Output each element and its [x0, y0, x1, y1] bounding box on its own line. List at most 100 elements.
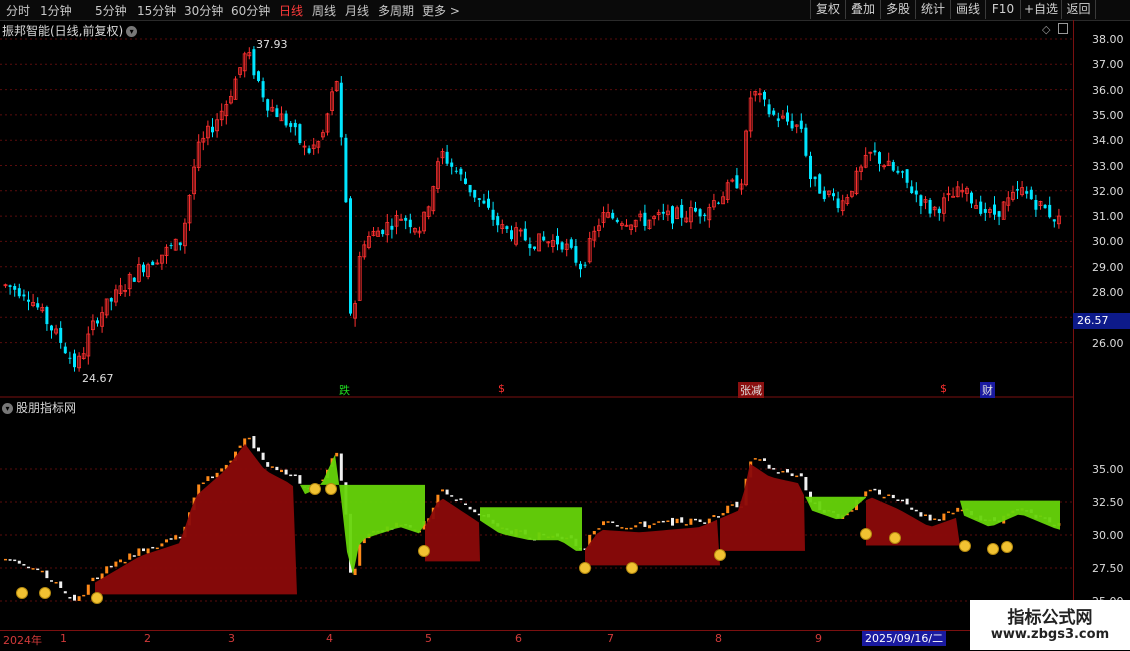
candle-body	[252, 49, 256, 76]
candle-body	[36, 303, 40, 308]
f10-button[interactable]: F10	[985, 0, 1020, 19]
candle-body	[211, 126, 214, 133]
signal-die: 跌	[339, 384, 350, 397]
indicator-candle	[891, 494, 895, 499]
add-watchlist-button[interactable]: +自选	[1020, 0, 1061, 19]
indicator-candle	[247, 437, 251, 440]
candle-body	[487, 198, 490, 208]
indicator-candle	[625, 527, 628, 530]
indicator-candle	[17, 560, 21, 564]
candle-body	[809, 155, 812, 180]
period-tab-15min[interactable]: 15分钟	[137, 2, 176, 19]
candle-body	[533, 246, 536, 249]
candle-body	[717, 202, 720, 204]
period-tab-60min[interactable]: 60分钟	[231, 2, 270, 19]
period-tab-5min[interactable]: 5分钟	[95, 2, 127, 19]
candle-body	[510, 230, 513, 240]
back-button[interactable]: 返回	[1061, 0, 1096, 19]
indicator-candle	[77, 596, 81, 601]
multi-stock-button[interactable]: 多股	[880, 0, 915, 19]
indicator-candle	[128, 553, 132, 560]
indicator-candle	[615, 525, 619, 527]
candle-body	[523, 228, 527, 241]
candle-body	[8, 285, 12, 287]
candle-body	[937, 208, 941, 214]
indicator-candle	[726, 505, 730, 514]
candle-body	[703, 214, 707, 216]
adjust-button[interactable]: 复权	[810, 0, 845, 19]
indicator-candle	[63, 591, 67, 594]
indicator-candle	[270, 466, 274, 468]
indicator-candle	[717, 516, 720, 518]
high-price-label: 37.93	[256, 38, 288, 51]
candle-body	[698, 209, 702, 217]
indicator-candle	[606, 521, 610, 523]
candle-body	[928, 199, 932, 214]
period-tab-more[interactable]: 更多 >	[422, 2, 460, 19]
candle-body	[284, 113, 288, 126]
indicator-candle	[68, 597, 72, 599]
candle-body	[73, 353, 76, 368]
signal-dollar-2: $	[940, 382, 947, 395]
candle-body	[1016, 189, 1019, 191]
indicator-candle	[266, 462, 270, 467]
indicator-candle	[155, 547, 159, 550]
indicator-candle	[799, 473, 803, 477]
indicator-title: ▾ 股朋指标网	[2, 399, 76, 416]
indicator-candle	[298, 475, 302, 484]
indicator-zone	[720, 463, 805, 551]
indicator-candle	[464, 503, 467, 506]
period-tab-weekly[interactable]: 周线	[312, 2, 336, 19]
candle-body	[473, 190, 477, 198]
period-tab-monthly[interactable]: 月线	[345, 2, 369, 19]
indicator-candle	[942, 513, 946, 521]
price-tick-label: 31.00	[1092, 210, 1124, 224]
overlay-button[interactable]: 叠加	[845, 0, 880, 19]
indicator-candle	[22, 564, 26, 566]
candle-body	[132, 277, 136, 282]
period-tab-daily[interactable]: 日线	[279, 2, 303, 19]
candle-body	[1034, 199, 1038, 210]
candle-body	[339, 82, 343, 138]
indicator-candle	[914, 509, 918, 512]
candle-body	[445, 151, 449, 164]
indicator-candle	[661, 520, 665, 523]
indicator-candle	[289, 474, 293, 477]
indicator-candle	[142, 548, 145, 552]
indicator-zone	[585, 519, 720, 566]
price-tick-label: 28.00	[1092, 286, 1124, 299]
indicator-candle	[795, 475, 799, 478]
indicator-candle	[105, 566, 109, 574]
candle-body	[790, 120, 794, 129]
candle-body	[381, 229, 385, 235]
indicator-candle	[602, 521, 605, 526]
statistics-button[interactable]: 统计	[915, 0, 950, 19]
candle-body	[569, 239, 573, 248]
money-bag-icon	[860, 528, 872, 540]
indicator-candle	[937, 519, 941, 521]
period-tab-multi[interactable]: 多周期	[378, 2, 414, 19]
indicator-candle	[13, 559, 17, 562]
candle-body	[289, 123, 293, 127]
period-tab-30min[interactable]: 30分钟	[184, 2, 223, 19]
indicator-candle	[919, 512, 923, 517]
chevron-down-icon[interactable]: ▾	[2, 403, 13, 414]
candle-body	[772, 110, 776, 115]
indicator-candle	[50, 580, 53, 582]
candle-body	[735, 175, 739, 189]
time-label-2: 2	[144, 632, 151, 645]
indicator-candle	[123, 561, 127, 564]
indicator-candle	[211, 476, 214, 479]
money-bag-icon	[1001, 541, 1013, 553]
period-tab-1min[interactable]: 1分钟	[40, 2, 72, 19]
candle-body	[491, 209, 495, 220]
draw-line-button[interactable]: 画线	[950, 0, 985, 19]
candle-body	[96, 320, 99, 324]
indicator-candle	[951, 512, 955, 515]
indicator-candle	[45, 570, 49, 579]
period-tab-minute[interactable]: 分时	[6, 2, 30, 19]
indicator-candle	[119, 559, 122, 563]
candle-body	[482, 200, 486, 204]
candle-body	[776, 118, 780, 121]
candle-body	[661, 211, 665, 214]
